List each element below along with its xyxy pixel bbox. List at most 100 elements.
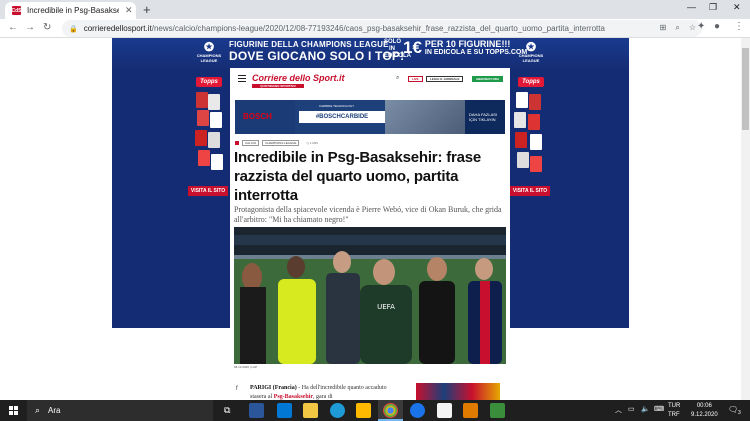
match-photo-illustration: UEFA [234, 227, 506, 364]
close-window-icon[interactable]: ✕ [733, 2, 741, 13]
sticker-card [515, 132, 527, 148]
translate-icon[interactable]: ⊞ [660, 23, 667, 33]
sticker-card [196, 92, 208, 108]
forward-icon[interactable]: → [25, 22, 35, 33]
sticker-card [195, 130, 207, 146]
sticker-card [208, 132, 220, 148]
sticker-cards-right [512, 92, 548, 182]
starball-icon: ✪ [525, 40, 537, 54]
bosch-cta[interactable]: DAHA FAZLASI İÇİN TIKLAYIN [465, 100, 505, 134]
search-icon[interactable]: ⌕ [396, 75, 399, 82]
search-icon: ⌕ [35, 405, 41, 415]
system-clock[interactable]: 00:06 9.12.2020 [691, 402, 718, 420]
word-icon[interactable] [249, 403, 264, 418]
chrome-icon[interactable] [383, 403, 398, 418]
hamburger-menu-icon[interactable] [238, 75, 246, 82]
url-text[interactable]: corrieredellosport.it/news/calcio/champi… [84, 24, 605, 33]
clock-date: 9.12.2020 [691, 412, 718, 418]
bookmark-star-icon[interactable]: ☆ [689, 23, 696, 33]
edge-icon[interactable] [330, 403, 345, 418]
tray-chevron-icon[interactable]: ︿ [615, 405, 622, 415]
page-scrollbar[interactable] [741, 38, 750, 400]
tag-champions-league[interactable]: CHAMPIONS LEAGUE [262, 140, 300, 146]
windows-start-icon[interactable] [9, 406, 18, 415]
language-indicator[interactable]: TUR TRF [668, 402, 680, 420]
article-headline: Incredibile in Psg-Basaksehir: frase raz… [234, 149, 482, 204]
reload-icon[interactable]: ↻ [43, 22, 51, 33]
menu-dots-icon[interactable]: ⋮ [734, 21, 744, 32]
media-icon[interactable] [463, 403, 478, 418]
sticker-card [210, 112, 222, 128]
bosch-banner-ad[interactable]: BOSCH CARBIDE TECHNOLOGY #BOSCHCARBIDE D… [235, 100, 505, 134]
sticker-card [211, 154, 223, 170]
lock-icon[interactable]: 🔒 [69, 25, 78, 33]
scrollbar-thumb[interactable] [742, 48, 749, 130]
back-icon[interactable]: ← [8, 22, 18, 33]
mail-icon[interactable] [277, 403, 292, 418]
tab-title: Incredibile in Psg-Basaksehir: fras [27, 6, 119, 15]
app-icon[interactable] [410, 403, 425, 418]
url-path: /news/calcio/champions-league/2020/12/08… [151, 24, 605, 33]
article-column: Corriere dello Sport.it QUOTIDIANO SPORTI… [230, 68, 510, 400]
sidebar-thumbnail[interactable] [416, 383, 500, 400]
read-paper-button[interactable]: LEGGI IL GIORNALE [426, 76, 464, 82]
close-tab-icon[interactable]: ✕ [125, 5, 133, 16]
keyboard-icon[interactable]: ⌨ [654, 405, 664, 413]
volume-icon[interactable]: 🔈 [641, 405, 650, 413]
sticky-notes-icon[interactable] [356, 403, 371, 418]
sticker-cards-left [194, 92, 230, 182]
sticker-card [530, 134, 542, 150]
sticker-card [529, 94, 541, 110]
new-tab-button[interactable]: + [143, 2, 151, 17]
task-view-icon[interactable]: ⧉ [224, 405, 230, 416]
article-body: PARIGI (Francia) - Ha dell'incredibile q… [250, 384, 400, 400]
app-play-icon[interactable] [490, 403, 505, 418]
promo-price: 1€ [403, 38, 422, 57]
visit-site-button-right[interactable]: VISITA IL SITO [510, 186, 550, 196]
page-viewport: ✪ CHAMPIONS LEAGUE FIGURINE DELLA CHAMPIO… [0, 38, 741, 400]
maximize-icon[interactable]: ❐ [709, 2, 717, 13]
sticker-card [197, 110, 209, 126]
bosch-logo: BOSCH [235, 100, 295, 134]
store-icon[interactable] [437, 403, 452, 418]
body-city: PARIGI (Francia) [250, 385, 297, 391]
subscribe-button[interactable]: ABBONATI ORA [472, 76, 504, 82]
lang-line2: TRF [668, 412, 680, 418]
league-label: CHAMPIONS LEAGUE [518, 53, 544, 63]
address-bar[interactable]: 🔒 corrieredellosport.it/news/calcio/cham… [62, 20, 702, 37]
browser-tab[interactable]: CdS Incredibile in Psg-Basaksehir: fras … [5, 2, 136, 19]
network-icon[interactable]: ▭ [628, 405, 635, 413]
sticker-card [208, 94, 220, 110]
taskbar-search[interactable]: ⌕ Ara [27, 400, 213, 421]
bosch-top-text: CARBIDE TECHNOLOGY [319, 104, 355, 108]
tag-calcio[interactable]: CALCIO [242, 140, 260, 146]
article-subtitle: Protagonista della spiacevole vicenda è … [234, 205, 502, 224]
clock-time: 00:06 [696, 403, 712, 409]
site-logo[interactable]: Corriere dello Sport.it QUOTIDIANO SPORTI… [252, 73, 345, 88]
sticker-card [517, 152, 529, 168]
league-label: CHAMPIONS LEAGUE [196, 53, 222, 63]
zoom-icon[interactable]: ⌕ [675, 23, 679, 33]
sticker-card [198, 150, 210, 166]
sticker-card [528, 114, 540, 130]
skin-promo: SOLO IN EDICOLA 1€ PER 10 FIGURINE!!! IN… [384, 39, 527, 60]
profile-avatar-icon[interactable]: ● [714, 21, 720, 32]
minimize-icon[interactable]: — [687, 2, 696, 12]
live-button[interactable]: LIVE [408, 76, 423, 82]
file-explorer-icon[interactable] [303, 403, 318, 418]
extensions-icon[interactable]: ✦ [697, 21, 705, 32]
visit-site-button-left[interactable]: VISITA IL SITO [188, 186, 228, 196]
url-domain: corrieredellosport.it [83, 24, 152, 33]
article-photo[interactable]: UEFA [234, 227, 506, 364]
skin-banner[interactable]: ✪ CHAMPIONS LEAGUE FIGURINE DELLA CHAMPIO… [112, 38, 629, 72]
notification-icon[interactable]: 🗨 [728, 405, 738, 414]
favicon-icon: CdS [11, 6, 22, 15]
promo-line1: PER 10 FIGURINE!!! [424, 39, 511, 49]
article-tags: CALCIO CHAMPIONS LEAGUE ◷ 1 MIN [235, 140, 318, 146]
skin-line1: FIGURINE DELLA CHAMPIONS LEAGUE [229, 40, 389, 49]
browser-tab-bar: CdS Incredibile in Psg-Basaksehir: fras … [0, 0, 750, 19]
read-time-value: 1 MIN [309, 141, 318, 145]
windows-taskbar: ⌕ Ara ⧉ ︿ ▭ 🔈 ⌨ TUR TRF 00:06 9.12.2020 🗨 … [0, 400, 750, 421]
facebook-share-icon[interactable]: f [236, 386, 238, 392]
topps-logo-left: Topps [196, 77, 222, 87]
